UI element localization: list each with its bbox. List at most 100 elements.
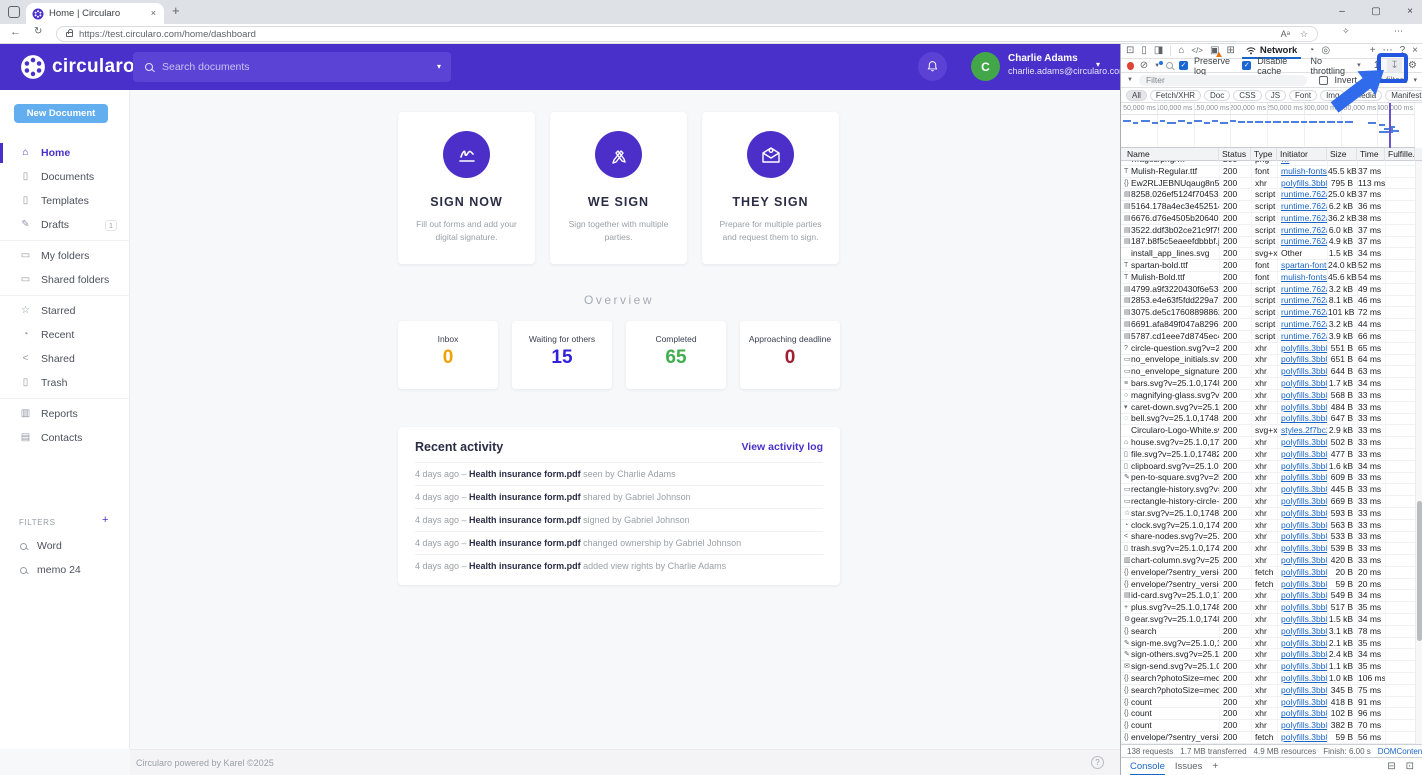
request-initiator[interactable]: polyfills.3bb837 (1277, 496, 1327, 507)
initiator-link[interactable]: polyfills.3bb837 (1281, 673, 1327, 683)
request-initiator[interactable]: polyfills.3bb837 (1277, 484, 1327, 495)
request-initiator[interactable]: runtime.762a71 (1277, 331, 1327, 342)
network-request-row[interactable]: ◔clock.svg?v=25.1.0,174824…200xhrpolyfil… (1121, 520, 1415, 532)
network-request-row[interactable]: {}Ew2RLJEBNUqaug8n5mAx…200xhrpolyfills.3… (1121, 178, 1415, 190)
network-request-row[interactable]: ▤3522.ddf3b02ce21c9f79.js200scriptruntim… (1121, 225, 1415, 237)
network-request-row[interactable]: ☆star.svg?v=25.1.0,1748240…200xhrpolyfil… (1121, 508, 1415, 520)
sidebar-item-shared-folders[interactable]: ▭Shared folders (0, 268, 130, 292)
initiator-link[interactable]: polyfills.3bb837 (1281, 732, 1327, 742)
initiator-link[interactable]: polyfills.3bb837 (1281, 602, 1327, 612)
drawer-dock-icon[interactable]: ⊟ (1387, 762, 1395, 772)
activity-document[interactable]: Health insurance form.pdf (469, 538, 581, 548)
request-initiator[interactable]: polyfills.3bb837 (1277, 343, 1327, 354)
request-name[interactable]: 3522.ddf3b02ce21c9f79.js (1131, 225, 1219, 236)
drawer-expand-icon[interactable]: ⊡ (1406, 762, 1414, 772)
sidebar-item-trash[interactable]: ▯Trash (0, 371, 130, 395)
request-initiator[interactable]: polyfills.3bb837 (1277, 378, 1327, 389)
close-devtools-icon[interactable]: × (1412, 46, 1418, 56)
network-request-row[interactable]: ▭no_envelope_initials.svg?v…200xhrpolyfi… (1121, 355, 1415, 367)
request-initiator[interactable]: runtime.762a71 (1277, 319, 1327, 330)
initiator-link[interactable]: polyfills.3bb837 (1281, 543, 1327, 553)
network-request-row[interactable]: ▤6691.afa849f047a8296c.js200scriptruntim… (1121, 319, 1415, 331)
request-initiator[interactable]: polyfills.3bb837 (1277, 685, 1327, 696)
request-initiator[interactable]: polyfills.3bb837 (1277, 708, 1327, 719)
request-name[interactable]: envelope/?sentry_version… (1131, 732, 1219, 743)
back-button[interactable]: ← (10, 27, 21, 38)
request-initiator[interactable]: Other (1277, 248, 1327, 259)
activity-document[interactable]: Health insurance form.pdf (469, 469, 581, 479)
request-name[interactable]: share-nodes.svg?v=25.1.0,… (1131, 531, 1219, 542)
request-initiator[interactable]: runtime.762a71 (1277, 201, 1327, 212)
network-request-row[interactable]: ▤5787.cd1eee7d8745ec44.js200scriptruntim… (1121, 331, 1415, 343)
help-icon[interactable]: ? (1091, 756, 1104, 769)
network-request-row[interactable]: {}count200xhrpolyfills.3bb837418 B91 ms (1121, 697, 1415, 709)
network-request-row[interactable]: ▯file.svg?v=25.1.0,17482409…200xhrpolyfi… (1121, 449, 1415, 461)
request-initiator[interactable]: polyfills.3bb837 (1277, 661, 1327, 672)
workspace-icon[interactable] (8, 6, 20, 18)
network-request-row[interactable]: ▤6676.d76e4505b206407c.js200scriptruntim… (1121, 213, 1415, 225)
request-initiator[interactable]: polyfills.3bb837 (1277, 508, 1327, 519)
request-name[interactable]: sign-send.svg?v=25.1.0,17… (1131, 661, 1219, 672)
initiator-link[interactable]: polyfills.3bb837 (1281, 567, 1327, 577)
network-request-row[interactable]: Tspartan-bold.ttf200fontspartan-fonts.cs… (1121, 260, 1415, 272)
request-name[interactable]: Mulish-Bold.ttf (1131, 272, 1219, 283)
request-initiator[interactable]: polyfills.3bb837 (1277, 673, 1327, 684)
request-name[interactable]: 187.b8f5c5eaeefdbbbf.js (1131, 236, 1219, 247)
initiator-link[interactable]: polyfills.3bb837 (1281, 413, 1327, 423)
search-network-icon[interactable] (1166, 62, 1173, 69)
collections-icon[interactable]: ✧ (1342, 27, 1350, 36)
network-request-row[interactable]: ▤187.b8f5c5eaeefdbbbf.js200scriptruntime… (1121, 237, 1415, 249)
request-initiator[interactable]: polyfills.3bb837 (1277, 649, 1327, 660)
initiator-link[interactable]: polyfills.3bb837 (1281, 720, 1327, 730)
network-request-row[interactable]: <share-nodes.svg?v=25.1.0,…200xhrpolyfil… (1121, 532, 1415, 544)
dock-side-icon[interactable]: ◨ (1154, 46, 1163, 56)
initiator-link[interactable]: polyfills.3bb837 (1281, 390, 1327, 400)
network-request-row[interactable]: TMulish-Regular.ttf200fontmulish-fonts.c… (1121, 166, 1415, 178)
console-tab-icon[interactable]: ▣ (1210, 46, 1219, 56)
request-name[interactable]: 5164.178a4ec3e4525145.js (1131, 201, 1219, 212)
request-initiator[interactable]: polyfills.3bb837 (1277, 437, 1327, 448)
network-request-row[interactable]: TMulish-Bold.ttf200fontmulish-fonts.css4… (1121, 272, 1415, 284)
network-request-row[interactable]: ⚙gear.svg?v=25.1.0,174824…200xhrpolyfill… (1121, 614, 1415, 626)
request-name[interactable]: clipboard.svg?v=25.1.0,17… (1131, 461, 1219, 472)
initiator-link[interactable]: runtime.762a71 (1281, 225, 1327, 235)
request-name[interactable]: 6676.d76e4505b206407c.js (1131, 213, 1219, 224)
filter-chip-js[interactable]: JS (1265, 90, 1286, 101)
sidebar-item-starred[interactable]: ☆Starred (0, 299, 130, 323)
request-name[interactable]: caret-down.svg?v=25.1.0,1… (1131, 402, 1219, 413)
request-name[interactable]: 4799.a9f3220430f6e53c.js (1131, 284, 1219, 295)
request-initiator[interactable]: polyfills.3bb837 (1277, 555, 1327, 566)
request-name[interactable]: sign-others.svg?v=25.1.0,1… (1131, 649, 1219, 660)
initiator-link[interactable]: polyfills.3bb837 (1281, 614, 1327, 624)
initiator-link[interactable]: runtime.762a71 (1281, 295, 1327, 305)
stat-completed[interactable]: Completed65 (626, 321, 726, 389)
network-request-row[interactable]: ▤3075.de5c176088988626.js200scriptruntim… (1121, 307, 1415, 319)
search-caret-icon[interactable]: ▾ (437, 63, 441, 71)
activity-row[interactable]: 4 days ago – Health insurance form.pdf s… (415, 508, 823, 531)
initiator-link[interactable]: polyfills.3bb837 (1281, 461, 1327, 471)
request-name[interactable]: pen-to-square.svg?v=25.1… (1131, 472, 1219, 483)
record-network-log-button[interactable] (1127, 62, 1134, 70)
request-initiator[interactable]: polyfills.3bb837 (1277, 520, 1327, 531)
elements-tab-icon[interactable]: </> (1191, 47, 1203, 55)
network-request-row[interactable]: {}envelope/?sentry_version…200fetchpolyf… (1121, 579, 1415, 591)
initiator-link[interactable]: polyfills.3bb837 (1281, 708, 1327, 718)
request-name[interactable]: search?photoSize=medium (1131, 673, 1219, 684)
initiator-link[interactable]: mulish-fonts.css (1281, 166, 1327, 176)
request-name[interactable]: …ages/png/… (1131, 161, 1219, 165)
initiator-link[interactable]: styles.2f7bc290 (1281, 425, 1327, 435)
request-initiator[interactable]: polyfills.3bb837 (1277, 697, 1327, 708)
request-name[interactable]: search?photoSize=medium (1131, 685, 1219, 696)
new-tab-button[interactable]: + (172, 4, 180, 17)
request-name[interactable]: trash.svg?v=25.1.0,174824… (1131, 543, 1219, 554)
request-name[interactable]: 3075.de5c176088988626.js (1131, 307, 1219, 318)
network-settings-gear-icon[interactable]: ⚙ (1408, 61, 1417, 71)
initiator-link[interactable]: polyfills.3bb837 (1281, 366, 1327, 376)
column-header-size[interactable]: Size (1327, 148, 1357, 161)
initiator-link[interactable]: polyfills.3bb837 (1281, 354, 1327, 364)
request-name[interactable]: plus.svg?v=25.1.0,1748240… (1131, 602, 1219, 613)
request-initiator[interactable]: runtime.762a71 (1277, 284, 1327, 295)
request-initiator[interactable]: runtime.762a71 (1277, 236, 1327, 247)
initiator-link[interactable]: polyfills.3bb837 (1281, 697, 1327, 707)
stat-inbox[interactable]: Inbox0 (398, 321, 498, 389)
